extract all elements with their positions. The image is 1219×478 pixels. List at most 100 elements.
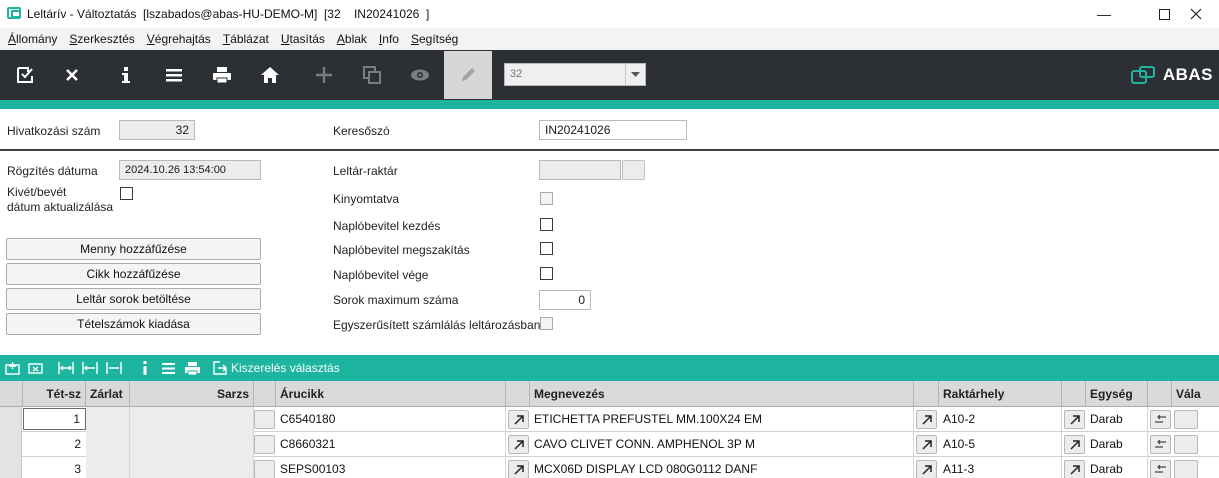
- location-cell[interactable]: A10-5: [939, 432, 1062, 457]
- article-link-button[interactable]: [508, 435, 529, 454]
- batch-lookup-button[interactable]: [254, 435, 275, 454]
- menu-tablazat[interactable]: Táblázat: [217, 32, 275, 46]
- column-fit-icon[interactable]: [58, 360, 74, 376]
- select-cell-button[interactable]: [1174, 410, 1198, 429]
- table-info-icon[interactable]: [137, 360, 153, 376]
- close-window-button[interactable]: [1173, 0, 1219, 28]
- append-item-button[interactable]: Cikk hozzáfűzése: [6, 263, 261, 285]
- copy-button[interactable]: [348, 50, 396, 100]
- unit-switch-button[interactable]: [1150, 410, 1171, 429]
- name-link-button[interactable]: [916, 410, 937, 429]
- delete-row-icon[interactable]: [27, 360, 43, 376]
- log-start-checkbox[interactable]: [540, 218, 553, 231]
- save-button[interactable]: [1, 50, 49, 100]
- table-menu-icon[interactable]: [160, 360, 176, 376]
- table-row[interactable]: 1 C6540180 ETICHETTA PREFUSTEL MM.100X24…: [0, 407, 1219, 432]
- article-link-button[interactable]: [508, 460, 529, 478]
- menu-utasitas[interactable]: Utasítás: [275, 32, 331, 46]
- name-link-button[interactable]: [916, 435, 937, 454]
- log-end-checkbox[interactable]: [540, 267, 553, 280]
- batch-lookup-button[interactable]: [254, 410, 275, 429]
- name-cell[interactable]: MCX06D DISPLAY LCD 080G0112 DANF: [530, 457, 914, 478]
- table-row[interactable]: 2 C8660321 CAVO CLIVET CONN. AMPHENOL 3P…: [0, 432, 1219, 457]
- packaging-select-button[interactable]: Kiszerelés választás: [231, 361, 340, 375]
- unit-cell[interactable]: Darab: [1086, 432, 1148, 457]
- edit-button[interactable]: [444, 51, 492, 99]
- column-expand-icon[interactable]: [82, 360, 98, 376]
- unit-switch-button[interactable]: [1150, 460, 1171, 478]
- location-cell[interactable]: A10-2: [939, 407, 1062, 432]
- column-width-icon[interactable]: [106, 360, 122, 376]
- unit-switch-button[interactable]: [1150, 435, 1171, 454]
- header-name[interactable]: Megnevezés: [530, 381, 914, 407]
- home-button[interactable]: [246, 50, 294, 100]
- view-button[interactable]: [396, 50, 444, 100]
- header-lock[interactable]: Zárlat: [86, 381, 130, 407]
- row-selector[interactable]: [0, 432, 22, 457]
- article-cell[interactable]: C8660321: [276, 432, 506, 457]
- item-number-cell[interactable]: 3: [23, 457, 86, 478]
- keyword-field[interactable]: IN20241026: [539, 120, 687, 140]
- unit-cell[interactable]: Darab: [1086, 407, 1148, 432]
- name-cell[interactable]: CAVO CLIVET CONN. AMPHENOL 3P M: [530, 432, 914, 457]
- article-cell[interactable]: C6540180: [276, 407, 506, 432]
- packaging-select-icon[interactable]: [212, 360, 228, 376]
- location-cell[interactable]: A11-3: [939, 457, 1062, 478]
- load-rows-button[interactable]: Leltár sorok betöltése: [6, 288, 261, 310]
- menu-allomany[interactable]: Állomány: [2, 32, 63, 46]
- menu-segitseg[interactable]: Segítség: [405, 32, 464, 46]
- article-cell[interactable]: SEPS00103: [276, 457, 506, 478]
- simplified-count-checkbox[interactable]: [540, 317, 553, 330]
- minimize-button[interactable]: —: [1081, 0, 1127, 28]
- location-link-button[interactable]: [1064, 460, 1085, 478]
- lock-cell[interactable]: [86, 407, 130, 432]
- recorded-date-field[interactable]: 2024.10.26 13:54:00: [119, 160, 261, 180]
- unit-cell[interactable]: Darab: [1086, 457, 1148, 478]
- menu-ablak[interactable]: Ablak: [331, 32, 373, 46]
- header-batch[interactable]: Sarzs: [130, 381, 254, 407]
- header-unit[interactable]: Egység: [1086, 381, 1148, 407]
- warehouse-lookup-button[interactable]: [622, 160, 645, 180]
- row-selector[interactable]: [0, 457, 22, 478]
- location-link-button[interactable]: [1064, 410, 1085, 429]
- row-selector[interactable]: [0, 407, 22, 432]
- lock-cell[interactable]: [86, 457, 130, 478]
- select-cell-button[interactable]: [1174, 435, 1198, 454]
- menu-vegrehajtas[interactable]: Végrehajtás: [141, 32, 217, 46]
- table-row[interactable]: 3 SEPS00103 MCX06D DISPLAY LCD 080G0112 …: [0, 457, 1219, 478]
- batch-cell[interactable]: [130, 407, 254, 432]
- item-number-cell[interactable]: 2: [23, 432, 86, 457]
- max-rows-field[interactable]: 0: [539, 290, 591, 310]
- header-article[interactable]: Árucikk: [276, 381, 506, 407]
- issue-numbers-button[interactable]: Tételszámok kiadása: [6, 313, 261, 335]
- lock-cell[interactable]: [86, 432, 130, 457]
- log-interrupt-checkbox[interactable]: [540, 242, 553, 255]
- record-selector[interactable]: 32: [504, 63, 646, 86]
- update-date-checkbox[interactable]: [120, 187, 133, 200]
- name-cell[interactable]: ETICHETTA PREFUSTEL MM.100X24 EM: [530, 407, 914, 432]
- header-select[interactable]: Vála: [1172, 381, 1219, 407]
- batch-cell[interactable]: [130, 432, 254, 457]
- batch-cell[interactable]: [130, 457, 254, 478]
- chevron-down-icon[interactable]: [625, 64, 645, 85]
- menu-szerkesztes[interactable]: Szerkesztés: [63, 32, 140, 46]
- table-print-icon[interactable]: [184, 360, 200, 376]
- header-location[interactable]: Raktárhely: [939, 381, 1062, 407]
- add-button[interactable]: [300, 50, 348, 100]
- article-link-button[interactable]: [508, 410, 529, 429]
- location-link-button[interactable]: [1064, 435, 1085, 454]
- warehouse-field[interactable]: [539, 160, 621, 180]
- cancel-button[interactable]: [48, 50, 96, 100]
- menu-info[interactable]: Info: [373, 32, 405, 46]
- printed-checkbox[interactable]: [540, 192, 553, 205]
- batch-lookup-button[interactable]: [254, 460, 275, 478]
- item-number-cell[interactable]: 1: [23, 408, 86, 430]
- header-item-no[interactable]: Tét-sz: [23, 381, 86, 407]
- insert-row-icon[interactable]: [4, 360, 20, 376]
- menu-list-button[interactable]: [150, 50, 198, 100]
- print-button[interactable]: [198, 50, 246, 100]
- name-link-button[interactable]: [916, 460, 937, 478]
- reference-field[interactable]: 32: [119, 120, 195, 140]
- select-cell-button[interactable]: [1174, 460, 1198, 478]
- append-qty-button[interactable]: Menny hozzáfűzése: [6, 238, 261, 260]
